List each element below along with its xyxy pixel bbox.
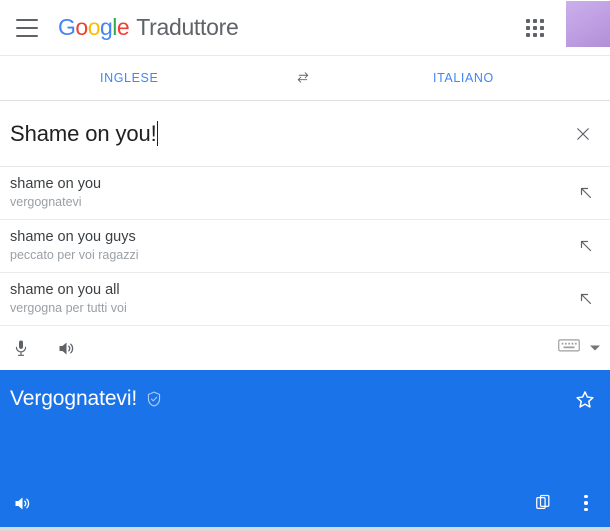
text-cursor — [156, 120, 158, 146]
arrow-northwest-glyph — [580, 240, 592, 252]
avatar[interactable] — [566, 1, 610, 47]
keyboard-glyph — [558, 339, 580, 352]
google-translate-app: Google Traduttore INGLESE ITALIANO Shame… — [0, 0, 610, 531]
apps-dot — [540, 32, 544, 37]
suggestion-term: shame on you all — [10, 282, 120, 298]
more-dot — [584, 494, 588, 499]
header-right-section — [526, 0, 610, 55]
apps-dot — [526, 25, 530, 30]
swap-languages-icon[interactable] — [292, 67, 314, 89]
list-item[interactable]: shame on you vergognatevi — [0, 167, 610, 220]
suggestion-term: shame on you guys — [10, 229, 136, 245]
logo-letter-o1: o — [75, 14, 88, 40]
result-bottom-bar — [0, 479, 610, 527]
close-x-glyph — [577, 127, 589, 140]
arrow-northwest-glyph — [580, 187, 592, 199]
source-text-value: Shame on you! — [10, 120, 157, 146]
source-toolbar — [0, 326, 610, 370]
source-input-area[interactable]: Shame on you! — [0, 101, 610, 166]
apps-dot — [533, 25, 537, 30]
more-dot — [584, 501, 588, 505]
more-dot — [584, 507, 588, 512]
arrow-northwest-glyph — [580, 293, 592, 305]
more-options-icon[interactable] — [576, 491, 596, 515]
brand-logo[interactable]: Google Traduttore — [58, 14, 239, 41]
translation-result-panel: Vergognatevi! — [0, 370, 610, 527]
suggestion-translation: vergognatevi — [10, 195, 82, 209]
suggestion-translation: vergogna per tutti voi — [10, 301, 127, 315]
result-top-row: Vergognatevi! — [0, 370, 610, 412]
logo-letter-g2: g — [99, 14, 113, 40]
copy-glyph — [536, 494, 550, 510]
copy-translation-icon[interactable] — [531, 491, 555, 515]
source-text-input[interactable]: Shame on you! — [10, 120, 158, 147]
insert-suggestion-icon[interactable] — [574, 234, 598, 258]
hamburger-menu-icon[interactable] — [16, 18, 40, 37]
swap-arrows-glyph — [297, 72, 309, 83]
keyboard-icon[interactable] — [558, 337, 580, 359]
speaker-glyph — [15, 497, 29, 509]
suggestions-list: shame on you vergognatevi shame on you g… — [0, 166, 610, 326]
hamburger-line — [16, 34, 38, 37]
list-item[interactable]: shame on you guys peccato per voi ragazz… — [0, 220, 610, 273]
translation-text: Vergognatevi! — [10, 387, 138, 410]
product-name: Traduttore — [136, 14, 239, 40]
microphone-icon[interactable] — [9, 336, 33, 360]
hamburger-line — [16, 26, 38, 29]
apps-dot — [540, 18, 544, 23]
save-translation-star-icon[interactable] — [572, 387, 598, 413]
apps-dot — [533, 32, 537, 37]
google-wordmark: Google — [58, 14, 130, 41]
suggestion-term: shame on you — [10, 176, 102, 192]
insert-suggestion-icon[interactable] — [574, 181, 598, 205]
apps-dot — [526, 18, 530, 23]
suggestion-texts: shame on you all vergogna per tutti voi — [10, 281, 127, 317]
suggestion-texts: shame on you vergognatevi — [10, 175, 101, 211]
insert-suggestion-icon[interactable] — [574, 287, 598, 311]
source-language-tab[interactable]: INGLESE — [100, 71, 158, 85]
mic-glyph — [15, 340, 27, 356]
star-outline-glyph — [576, 391, 594, 408]
hamburger-line — [16, 18, 38, 21]
chevron-down-icon[interactable] — [590, 345, 600, 351]
shield-check-glyph — [148, 391, 161, 407]
speaker-glyph — [59, 342, 73, 354]
target-language-tab[interactable]: ITALIANO — [433, 71, 494, 85]
clear-input-icon[interactable] — [570, 121, 596, 147]
listen-source-icon[interactable] — [54, 336, 78, 360]
apps-dot — [540, 25, 544, 30]
apps-dot — [526, 32, 530, 37]
listen-translation-icon[interactable] — [10, 491, 34, 515]
logo-letter-e: e — [116, 14, 130, 40]
app-header: Google Traduttore — [0, 0, 610, 56]
verified-shield-icon — [145, 390, 163, 408]
apps-grid-icon[interactable] — [526, 18, 544, 37]
suggestion-texts: shame on you guys peccato per voi ragazz… — [10, 228, 139, 264]
list-item[interactable]: shame on you all vergogna per tutti voi — [0, 273, 610, 326]
apps-dot — [533, 18, 537, 23]
language-bar: INGLESE ITALIANO — [0, 56, 610, 101]
logo-letter-g: G — [58, 14, 76, 40]
bottom-edge — [0, 527, 610, 531]
logo-letter-o2: o — [87, 14, 101, 40]
suggestion-translation: peccato per voi ragazzi — [10, 248, 139, 262]
